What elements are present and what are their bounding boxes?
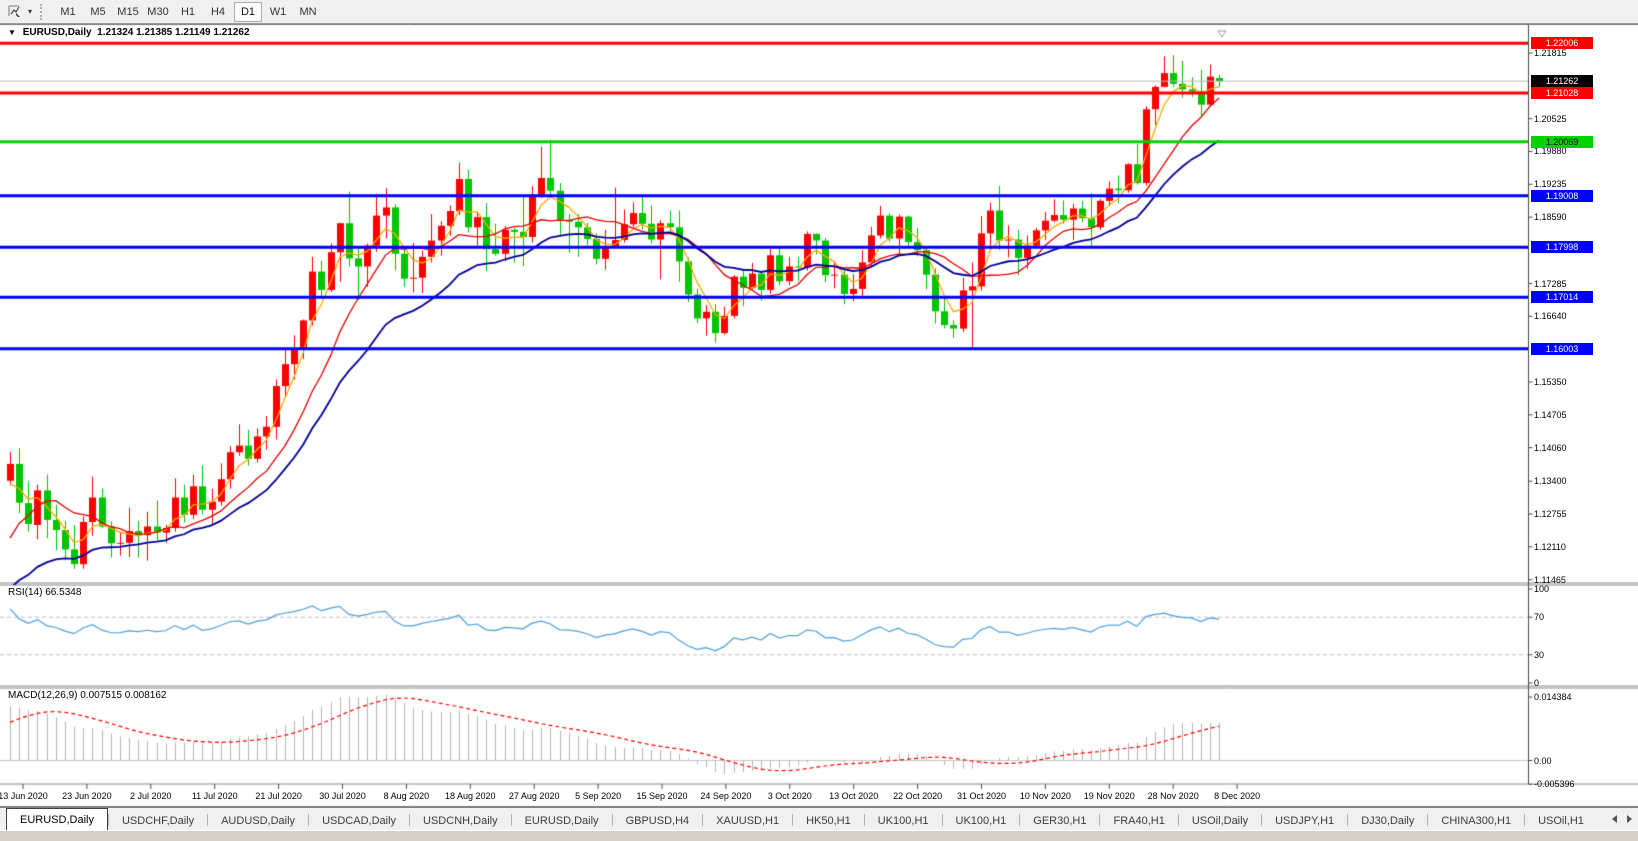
chart-tab-gbpusd-h4[interactable]: GBPUSD,H4 <box>613 811 703 830</box>
level-price-badge: 1.17014 <box>1531 291 1593 303</box>
x-axis-date-label: 18 Aug 2020 <box>445 791 496 801</box>
x-axis-date-label: 13 Oct 2020 <box>829 791 878 801</box>
timeframe-button-m1[interactable]: M1 <box>54 2 82 22</box>
chart-tab-usoil-h1[interactable]: USOil,H1 <box>1525 811 1597 830</box>
timeframe-buttons: M1M5M15M30H1H4D1W1MN <box>53 2 323 22</box>
chart-tab-audusd-daily[interactable]: AUDUSD,Daily <box>208 811 308 830</box>
chart-tab-dj30-daily[interactable]: DJ30,Daily <box>1348 811 1427 830</box>
level-price-badge: 1.22006 <box>1531 37 1593 49</box>
rsi-axis-tick: 100 <box>1534 584 1549 594</box>
timeframe-button-w1[interactable]: W1 <box>264 2 292 22</box>
chart-tab-bar: EURUSD,DailyUSDCHF,DailyAUDUSD,DailyUSDC… <box>0 807 1638 830</box>
x-axis-date-label: 27 Aug 2020 <box>509 791 560 801</box>
chart-tab-uk100-h1[interactable]: UK100,H1 <box>865 811 942 830</box>
x-axis-date-label: 8 Aug 2020 <box>384 791 430 801</box>
x-axis-date-label: 2 Jul 2020 <box>130 791 172 801</box>
macd-axis-tick: 0.014384 <box>1534 692 1572 702</box>
level-price-badge: 1.19008 <box>1531 190 1593 202</box>
tab-scroll-left-icon[interactable] <box>1612 815 1617 823</box>
chart-tab-eurusd-daily[interactable]: EURUSD,Daily <box>512 811 612 830</box>
rsi-indicator-label: RSI(14) 66.5348 <box>8 587 81 598</box>
chart-title: ▼ EURUSD,Daily 1.21324 1.21385 1.21149 1… <box>8 27 250 38</box>
timeframe-button-m30[interactable]: M30 <box>144 2 172 22</box>
chart-tab-usoil-daily[interactable]: USOil,Daily <box>1179 811 1261 830</box>
level-price-badge: 1.20069 <box>1531 136 1593 148</box>
trading-terminal-window: ▾ M1M5M15M30H1H4D1W1MN ▼ EURUSD,Daily 1.… <box>0 0 1638 841</box>
timeframe-button-d1[interactable]: D1 <box>234 2 262 22</box>
current-price-badge: 1.21262 <box>1531 75 1593 87</box>
level-price-badge: 1.17998 <box>1531 241 1593 253</box>
timeframe-button-m15[interactable]: M15 <box>114 2 142 22</box>
level-price-badge: 1.21028 <box>1531 87 1593 99</box>
tab-scroll-right-icon[interactable] <box>1627 815 1632 823</box>
chart-tab-usdjpy-h1[interactable]: USDJPY,H1 <box>1262 811 1347 830</box>
x-axis-date-label: 28 Nov 2020 <box>1148 791 1199 801</box>
status-bar <box>0 830 1638 841</box>
rsi-axis-tick: 0 <box>1534 678 1539 688</box>
x-axis-date-label: 3 Oct 2020 <box>768 791 812 801</box>
rsi-axis-tick: 30 <box>1534 650 1544 660</box>
chart-cursor-icon[interactable] <box>4 3 24 21</box>
chart-tab-usdcnh-daily[interactable]: USDCNH,Daily <box>410 811 511 830</box>
price-axis-tick: 1.19880 <box>1534 146 1567 156</box>
x-axis-date-label: 5 Sep 2020 <box>575 791 621 801</box>
tab-scroll-controls <box>1612 808 1638 830</box>
x-axis-date-label: 10 Nov 2020 <box>1020 791 1071 801</box>
chart-tab-hk50-h1[interactable]: HK50,H1 <box>793 811 864 830</box>
price-axis-tick: 1.18590 <box>1534 212 1567 222</box>
x-axis-date-label: 11 Jul 2020 <box>192 791 238 801</box>
level-price-badge: 1.16003 <box>1531 343 1593 355</box>
chart-tab-usdcad-daily[interactable]: USDCAD,Daily <box>309 811 409 830</box>
x-axis-date-label: 19 Nov 2020 <box>1084 791 1135 801</box>
chart-collapse-triangle-icon[interactable]: ▼ <box>8 28 16 37</box>
price-axis-tick: 1.14705 <box>1534 410 1567 420</box>
rsi-axis-tick: 70 <box>1534 612 1544 622</box>
macd-indicator-label: MACD(12,26,9) 0.007515 0.008162 <box>8 690 166 701</box>
toolbar-grip[interactable] <box>40 4 47 20</box>
price-axis-tick: 1.13400 <box>1534 476 1567 486</box>
price-axis-tick: 1.21815 <box>1534 48 1567 58</box>
price-axis-tick: 1.12110 <box>1534 542 1566 552</box>
timeframe-toolbar: ▾ M1M5M15M30H1H4D1W1MN <box>0 0 1638 24</box>
price-axis-tick: 1.15350 <box>1534 377 1567 387</box>
chart-tabs: EURUSD,DailyUSDCHF,DailyAUDUSD,DailyUSDC… <box>0 808 1597 830</box>
timeframe-button-h4[interactable]: H4 <box>204 2 232 22</box>
chart-tab-xauusd-h1[interactable]: XAUUSD,H1 <box>703 811 792 830</box>
chart-tab-eurusd-daily[interactable]: EURUSD,Daily <box>6 808 108 830</box>
x-axis-date-label: 21 Jul 2020 <box>255 791 302 801</box>
chart-tab-ger30-h1[interactable]: GER30,H1 <box>1020 811 1099 830</box>
price-axis-tick: 1.20525 <box>1534 114 1567 124</box>
chart-tab-usdchf-daily[interactable]: USDCHF,Daily <box>109 811 207 830</box>
price-chart-canvas[interactable] <box>0 24 1638 807</box>
x-axis-date-label: 31 Oct 2020 <box>957 791 1006 801</box>
chart-tab-fra40-h1[interactable]: FRA40,H1 <box>1100 811 1177 830</box>
macd-axis-tick: -0.005396 <box>1534 779 1575 789</box>
x-axis-date-label: 13 Jun 2020 <box>0 791 48 801</box>
price-axis-tick: 1.19235 <box>1534 179 1567 189</box>
price-axis-tick: 1.17285 <box>1534 279 1567 289</box>
x-axis-date-label: 24 Sep 2020 <box>700 791 751 801</box>
x-axis-date-label: 15 Sep 2020 <box>636 791 687 801</box>
cursor-dropdown-caret-icon[interactable]: ▾ <box>24 7 36 16</box>
timeframe-button-h1[interactable]: H1 <box>174 2 202 22</box>
x-axis-date-label: 8 Dec 2020 <box>1214 791 1260 801</box>
price-axis-tick: 1.12755 <box>1534 509 1567 519</box>
x-axis-date-label: 22 Oct 2020 <box>893 791 942 801</box>
chart-tab-uk100-h1[interactable]: UK100,H1 <box>943 811 1020 830</box>
chart-ohlc-values: 1.21324 1.21385 1.21149 1.21262 <box>97 27 249 38</box>
price-axis-tick: 1.14060 <box>1534 443 1567 453</box>
timeframe-button-mn[interactable]: MN <box>294 2 322 22</box>
chart-tab-china300-h1[interactable]: CHINA300,H1 <box>1428 811 1524 830</box>
x-axis-date-label: 23 Jun 2020 <box>62 791 112 801</box>
timeframe-button-m5[interactable]: M5 <box>84 2 112 22</box>
x-axis-date-label: 30 Jul 2020 <box>319 791 366 801</box>
chart-symbol-label: EURUSD,Daily <box>23 27 92 38</box>
price-axis-tick: 1.16640 <box>1534 311 1567 321</box>
macd-axis-tick: 0.00 <box>1534 756 1552 766</box>
